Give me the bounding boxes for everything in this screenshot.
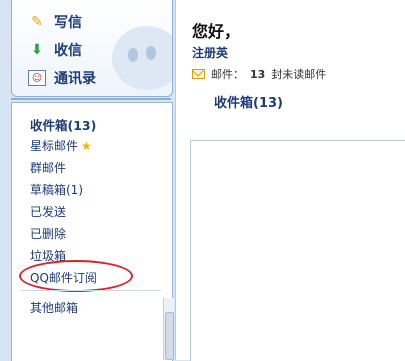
folder-drafts[interactable]: 草稿箱(1) [30, 181, 83, 198]
quick-actions-panel: ✎ 写信 ⬇ 收信 ☺ 通讯录 [11, 0, 173, 97]
left-sidebar: ✎ 写信 ⬇ 收信 ☺ 通讯录 收件箱(13) 星标邮件 ★ 群邮件 草稿箱(1)… [7, 0, 174, 361]
scrollbar-thumb[interactable] [165, 312, 174, 360]
folder-label: 草稿箱(1) [30, 183, 83, 197]
folder-other-mailboxes[interactable]: 其他邮箱 [30, 299, 78, 316]
register-link[interactable]: 注册英 [192, 44, 228, 61]
folder-starred[interactable]: 星标邮件 ★ [30, 137, 92, 154]
pencil-icon: ✎ [31, 14, 43, 30]
receive-mail-label: 收信 [54, 43, 82, 59]
section-divider [11, 98, 171, 100]
unread-count: 13 [250, 67, 266, 81]
inbox-link[interactable]: 收件箱(13) [214, 92, 283, 111]
write-mail-button[interactable]: ✎ 写信 [28, 12, 82, 32]
folder-divider [21, 290, 161, 291]
download-icon: ⬇ [31, 42, 43, 58]
star-icon: ★ [81, 139, 92, 153]
contacts-icon: ☺ [28, 70, 46, 86]
unread-suffix: 封未读邮件 [271, 68, 327, 81]
folder-label: 其他邮箱 [30, 301, 79, 315]
folder-label: 收件箱(13) [30, 118, 97, 133]
receive-mail-button[interactable]: ⬇ 收信 [28, 40, 82, 60]
qq-mascot-watermark [112, 26, 172, 90]
unread-summary: 邮件： 13 封未读邮件 [192, 66, 326, 82]
highlight-circle [19, 260, 133, 292]
folder-label: 已发送 [30, 205, 67, 219]
main-content: 您好， 注册英 邮件： 13 封未读邮件 收件箱(13) [175, 0, 405, 361]
contacts-label: 通讯录 [54, 71, 96, 87]
unread-prefix: 邮件： [211, 68, 244, 81]
content-panel [190, 140, 405, 361]
folder-group-mail[interactable]: 群邮件 [30, 159, 66, 176]
contacts-button[interactable]: ☺ 通讯录 [28, 68, 96, 88]
folder-label: 星标邮件 [30, 139, 79, 153]
write-mail-label: 写信 [54, 15, 82, 31]
folder-sent[interactable]: 已发送 [30, 203, 66, 220]
folder-deleted[interactable]: 已删除 [30, 225, 66, 242]
envelope-icon [192, 69, 205, 79]
folder-list: 收件箱(13) 星标邮件 ★ 群邮件 草稿箱(1) 已发送 已删除 垃圾箱 QQ邮… [11, 102, 173, 361]
folder-inbox[interactable]: 收件箱(13) [30, 115, 96, 134]
greeting-title: 您好， [192, 22, 241, 41]
folder-label: 已删除 [30, 227, 67, 241]
folder-label: 群邮件 [30, 161, 67, 175]
sidebar-scrollbar[interactable] [163, 298, 174, 360]
